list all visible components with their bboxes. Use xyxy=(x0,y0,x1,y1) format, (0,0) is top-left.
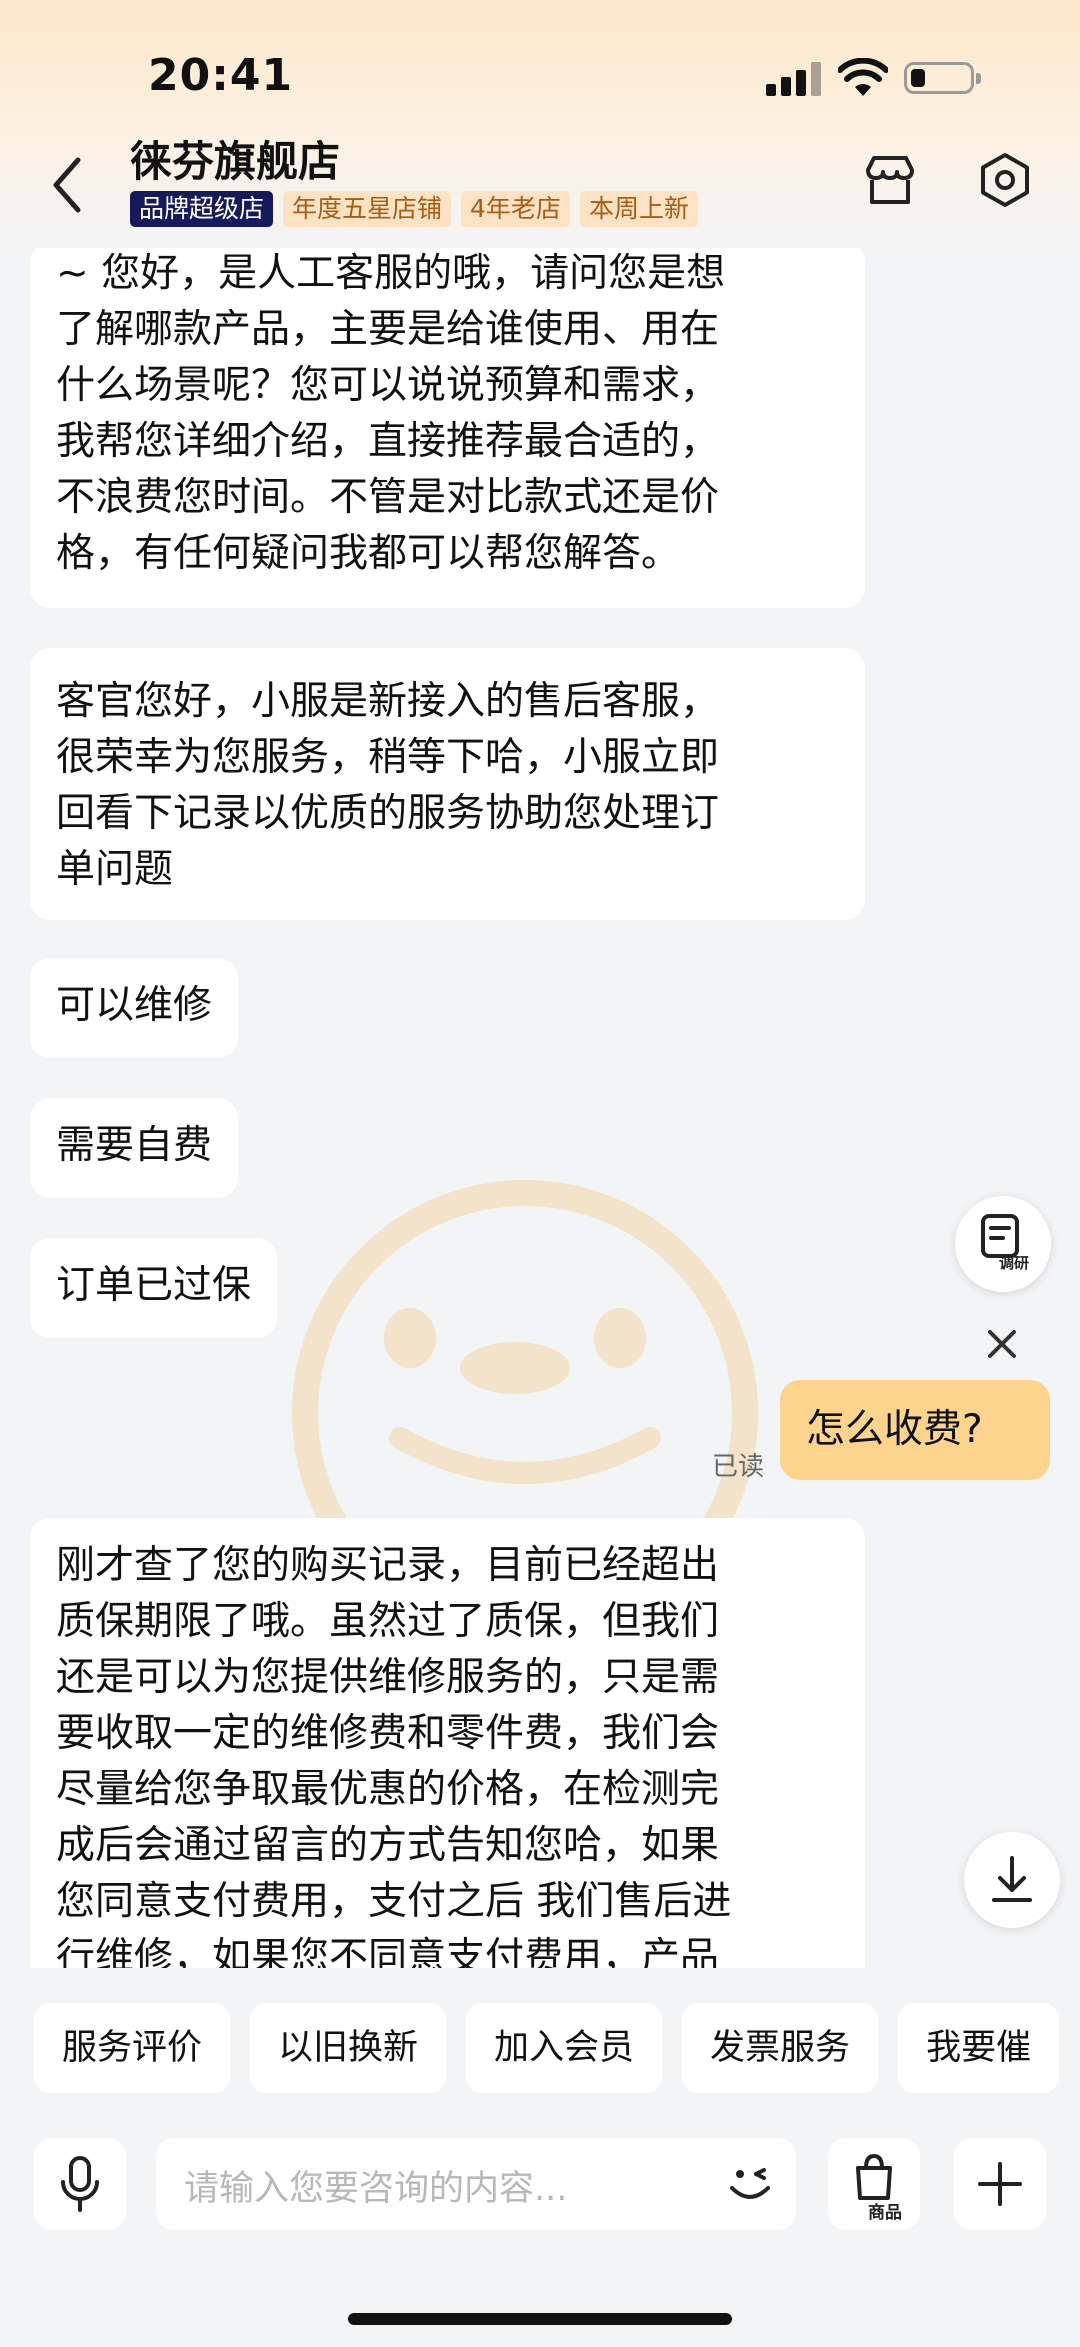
scroll-to-bottom-button[interactable] xyxy=(964,1832,1060,1928)
battery-icon xyxy=(904,62,981,94)
microphone-icon xyxy=(61,2156,99,2212)
goods-button[interactable]: 商品 xyxy=(828,2138,920,2230)
quick-reply-service-rating[interactable]: 服务评价 xyxy=(34,2003,231,2093)
close-icon[interactable] xyxy=(982,1324,1022,1364)
quick-reply-trade-in[interactable]: 以旧换新 xyxy=(250,2003,447,2093)
store-icon[interactable] xyxy=(860,150,920,210)
agent-message[interactable]: 可以维修 xyxy=(30,958,239,1058)
settings-icon[interactable] xyxy=(975,150,1035,210)
home-indicator[interactable] xyxy=(348,2313,732,2325)
chat-area[interactable]: ~ 您好，是人工客服的哦，请问您是想 了解哪款产品，主要是给谁使用、用在 什么场… xyxy=(0,248,1080,1968)
plus-icon xyxy=(978,2162,1022,2206)
voice-button[interactable] xyxy=(34,2138,126,2230)
quick-reply-urge[interactable]: 我要催 xyxy=(898,2003,1060,2093)
status-time: 20:41 xyxy=(148,50,294,101)
tag-brand-super-store: 品牌超级店 xyxy=(130,191,274,227)
agent-message[interactable]: 需要自费 xyxy=(30,1098,239,1198)
tag-store-age: 4年老店 xyxy=(461,191,570,227)
agent-message[interactable]: 刚才查了您的购买记录，目前已经超出 质保期限了哦。虽然过了质保，但我们 还是可以… xyxy=(30,1518,865,1968)
cellular-signal-icon xyxy=(766,62,822,96)
quick-reply-join-membership[interactable]: 加入会员 xyxy=(466,2003,663,2093)
emoji-icon[interactable] xyxy=(724,2158,776,2210)
read-receipt: 已读 xyxy=(712,1452,765,1482)
quick-replies: 服务评价 以旧换新 加入会员 发票服务 我要催 xyxy=(34,2003,1080,2093)
goods-label: 商品 xyxy=(868,2203,902,2223)
add-button[interactable] xyxy=(954,2138,1046,2230)
survey-label: 调研 xyxy=(999,1254,1030,1272)
message-input-placeholder: 请输入您要咨询的内容... xyxy=(184,2169,568,2209)
shopping-bag-icon xyxy=(856,2153,892,2200)
survey-button[interactable]: 调研 xyxy=(955,1196,1051,1292)
store-title[interactable]: 徕芬旗舰店 xyxy=(130,128,340,189)
tag-five-star-store: 年度五星店铺 xyxy=(283,191,452,227)
agent-message[interactable]: ~ 您好，是人工客服的哦，请问您是想 了解哪款产品，主要是给谁使用、用在 什么场… xyxy=(30,248,865,608)
store-tags: 品牌超级店 年度五星店铺 4年老店 本周上新 xyxy=(130,191,698,227)
agent-message[interactable]: 客官您好，小服是新接入的售后客服， 很荣幸为您服务，稍等下哈，小服立即 回看下记… xyxy=(30,648,865,920)
quick-reply-invoice-service[interactable]: 发票服务 xyxy=(682,2003,879,2093)
agent-message[interactable]: 订单已过保 xyxy=(30,1238,278,1338)
download-arrow-icon xyxy=(992,1856,1032,1902)
wifi-icon xyxy=(838,58,888,96)
user-message[interactable]: 怎么收费? xyxy=(780,1380,1050,1480)
message-input[interactable]: 请输入您要咨询的内容... xyxy=(156,2138,796,2230)
back-arrow-icon[interactable] xyxy=(44,150,92,220)
tag-new-this-week: 本周上新 xyxy=(579,191,698,227)
